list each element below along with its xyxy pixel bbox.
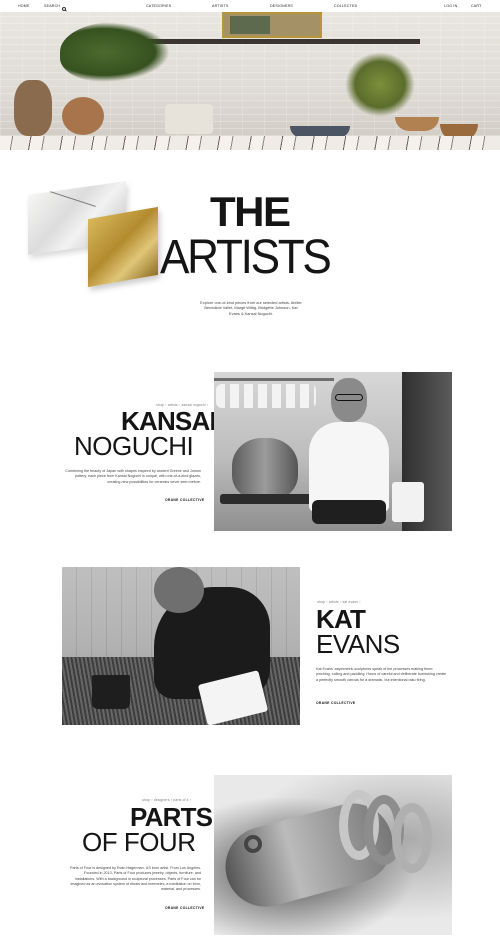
artist-last-name: EVANS <box>316 629 400 659</box>
artist-figure <box>309 422 389 512</box>
artist-last-name: OF FOUR <box>82 827 196 857</box>
plant-left <box>60 22 170 82</box>
nav-artists-link[interactable]: ARTISTS <box>212 3 229 9</box>
nav-designers-link[interactable]: DESIGNERS <box>270 3 293 9</box>
nav-categories-link[interactable]: CATEGORIES <box>146 3 171 9</box>
brass-block <box>88 206 158 288</box>
artist-description: Kat Evans' asymmetric sculptures speak o… <box>316 667 447 682</box>
vase <box>14 80 52 136</box>
bangle <box>392 803 432 873</box>
nav-search-label: SEARCH <box>44 4 61 8</box>
artist-description: Parts of Four is designed by Evan Hagerm… <box>70 866 201 892</box>
bucket <box>92 675 130 709</box>
heading-artists: ARTISTS <box>160 231 332 284</box>
ring <box>244 835 262 853</box>
artists-intro: Explore one-of-kind pieces from our sele… <box>200 300 302 316</box>
kat-evans-photo <box>62 567 300 725</box>
nav-collected-link[interactable]: COLLECTED <box>334 3 357 9</box>
heading-the: THE <box>210 188 291 235</box>
marble-table <box>0 136 500 150</box>
artist-description: Combining the beauty of Japan with shape… <box>65 469 201 484</box>
large-vase <box>232 438 298 500</box>
ceramic-pots <box>216 384 316 408</box>
vase <box>165 104 213 134</box>
vase <box>62 97 104 135</box>
artist-last-name: NOGUCHI <box>74 431 194 461</box>
pottery-wheel <box>220 494 316 504</box>
top-nav: HOME SEARCH CATEGORIES ARTISTS DESIGNERS… <box>0 0 500 12</box>
search-icon[interactable] <box>62 7 67 11</box>
hero-image <box>0 12 500 150</box>
nav-login-link[interactable]: LOG IN <box>444 3 457 9</box>
framed-painting <box>222 12 322 38</box>
collective-link[interactable]: ORANE COLLECTIVE <box>165 906 204 910</box>
glasses-icon <box>335 394 363 401</box>
collective-link[interactable]: ORANE COLLECTIVE <box>165 498 204 502</box>
parts-of-four-photo <box>214 775 452 935</box>
plant-right <box>345 52 415 117</box>
collective-link[interactable]: ORANE COLLECTIVE <box>316 701 355 705</box>
nav-home-link[interactable]: HOME <box>18 3 30 9</box>
nav-search[interactable]: SEARCH <box>44 3 67 11</box>
kansai-noguchi-photo <box>214 372 452 531</box>
nav-cart-link[interactable]: CART <box>471 3 482 9</box>
